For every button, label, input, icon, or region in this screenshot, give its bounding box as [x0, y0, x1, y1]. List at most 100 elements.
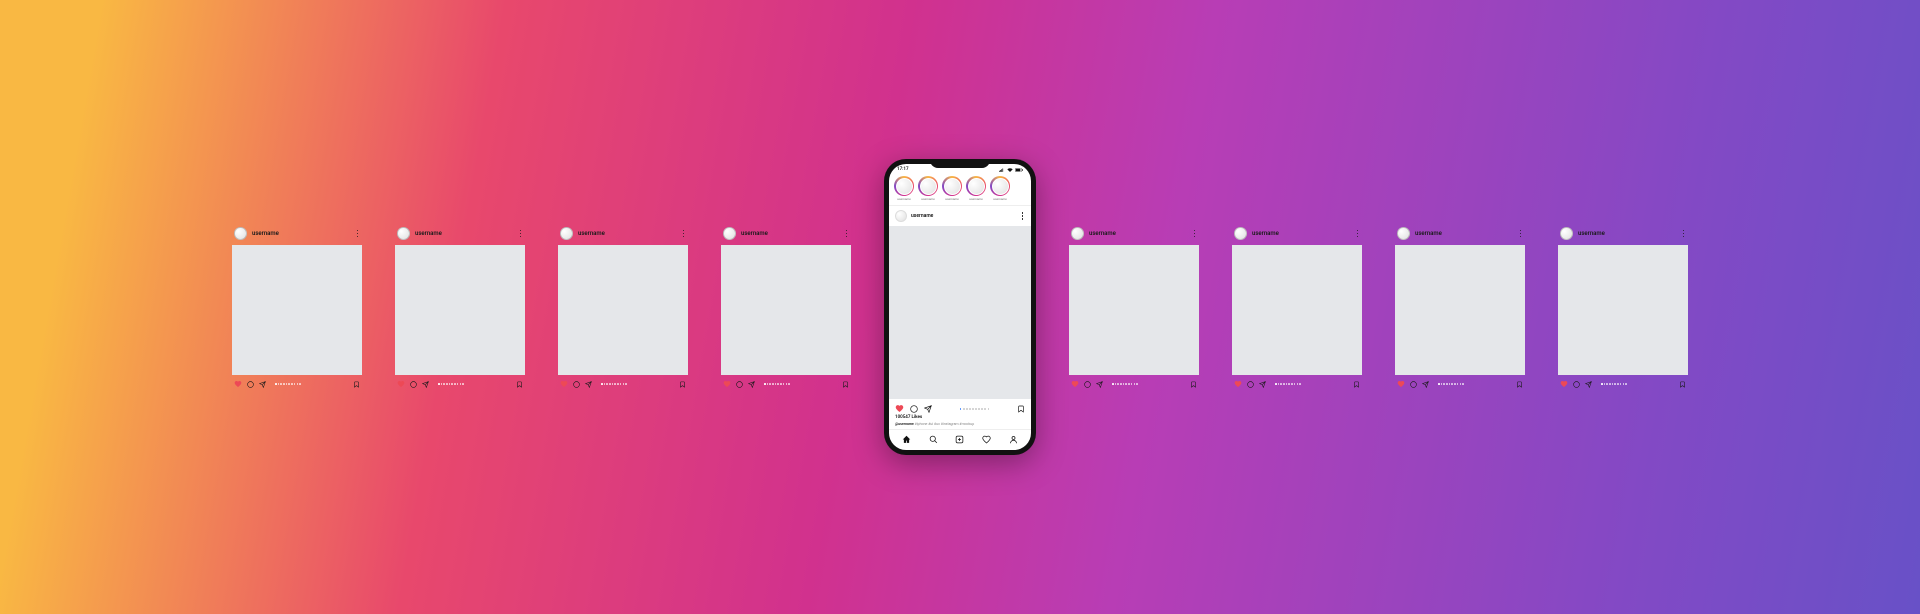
story-item[interactable]: username — [942, 176, 962, 201]
heart-icon[interactable] — [1560, 380, 1568, 388]
post-card: username — [395, 223, 525, 391]
post-image-placeholder[interactable] — [721, 245, 851, 375]
share-icon[interactable] — [1259, 381, 1266, 388]
bookmark-icon[interactable] — [516, 381, 523, 388]
story-label: username — [945, 197, 958, 201]
share-icon[interactable] — [1585, 381, 1592, 388]
heart-icon[interactable] — [1397, 380, 1405, 388]
profile-icon[interactable] — [1009, 435, 1018, 444]
comment-icon[interactable] — [1084, 381, 1091, 388]
post-username[interactable]: username — [1089, 230, 1187, 237]
post-username[interactable]: username — [252, 230, 350, 237]
post-card: username — [721, 223, 851, 391]
share-icon[interactable] — [1096, 381, 1103, 388]
story-label: username — [969, 197, 982, 201]
bookmark-icon[interactable] — [1353, 381, 1360, 388]
carousel-dots — [938, 408, 1011, 410]
signal-icon — [999, 168, 1005, 172]
share-icon[interactable] — [748, 381, 755, 388]
post-username[interactable]: username — [578, 230, 676, 237]
comment-icon[interactable] — [247, 381, 254, 388]
avatar[interactable] — [397, 227, 410, 240]
bookmark-icon[interactable] — [353, 381, 360, 388]
post-image-placeholder[interactable] — [1558, 245, 1688, 375]
wifi-icon — [1007, 168, 1013, 172]
post-username[interactable]: username — [415, 230, 513, 237]
post-menu-icon[interactable] — [681, 228, 687, 240]
likes-count[interactable]: 100547 Likes — [889, 415, 1031, 422]
carousel-dots — [1438, 383, 1464, 385]
avatar[interactable] — [234, 227, 247, 240]
carousel-dots — [1601, 383, 1627, 385]
home-icon[interactable] — [902, 435, 911, 444]
share-icon[interactable] — [924, 405, 932, 413]
avatar[interactable] — [723, 227, 736, 240]
post-menu-icon[interactable] — [844, 228, 850, 240]
share-icon[interactable] — [585, 381, 592, 388]
heart-icon[interactable] — [1071, 380, 1079, 388]
share-icon[interactable] — [422, 381, 429, 388]
post-card: username — [1395, 223, 1525, 391]
heart-icon[interactable] — [1234, 380, 1242, 388]
avatar[interactable] — [560, 227, 573, 240]
story-item[interactable]: username — [918, 176, 938, 201]
post-menu-icon[interactable] — [1192, 228, 1198, 240]
avatar[interactable] — [1397, 227, 1410, 240]
avatar[interactable] — [1560, 227, 1573, 240]
post-username[interactable]: username — [1415, 230, 1513, 237]
bottom-navbar — [889, 429, 1031, 450]
battery-icon — [1015, 168, 1023, 172]
heart-icon[interactable] — [397, 380, 405, 388]
comment-icon[interactable] — [1573, 381, 1580, 388]
post-image-placeholder[interactable] — [558, 245, 688, 375]
avatar[interactable] — [895, 210, 907, 222]
comment-icon[interactable] — [1410, 381, 1417, 388]
comment-icon[interactable] — [1247, 381, 1254, 388]
post-menu-icon[interactable] — [518, 228, 524, 240]
post-image-placeholder[interactable] — [395, 245, 525, 375]
comment-icon[interactable] — [573, 381, 580, 388]
avatar[interactable] — [1234, 227, 1247, 240]
activity-icon[interactable] — [982, 435, 991, 444]
heart-icon[interactable] — [723, 380, 731, 388]
post-username[interactable]: username — [1252, 230, 1350, 237]
stories-row[interactable]: username username username username user… — [889, 173, 1031, 206]
bookmark-icon[interactable] — [1190, 381, 1197, 388]
comment-icon[interactable] — [910, 405, 918, 413]
avatar[interactable] — [1071, 227, 1084, 240]
comment-icon[interactable] — [410, 381, 417, 388]
post-username[interactable]: username — [741, 230, 839, 237]
heart-icon[interactable] — [560, 380, 568, 388]
heart-icon[interactable] — [234, 380, 242, 388]
post-image-placeholder[interactable] — [1395, 245, 1525, 375]
post-image-placeholder[interactable] — [232, 245, 362, 375]
bookmark-icon[interactable] — [679, 381, 686, 388]
bookmark-icon[interactable] — [1679, 381, 1686, 388]
post-menu-icon[interactable] — [1020, 210, 1026, 222]
bookmark-icon[interactable] — [1017, 405, 1025, 413]
post-image-placeholder[interactable] — [1232, 245, 1362, 375]
bookmark-icon[interactable] — [1516, 381, 1523, 388]
post-image-placeholder[interactable] — [1069, 245, 1199, 375]
post-username[interactable]: username — [1578, 230, 1676, 237]
post-menu-icon[interactable] — [1518, 228, 1524, 240]
story-item[interactable]: username — [990, 176, 1010, 201]
comment-icon[interactable] — [736, 381, 743, 388]
story-item[interactable]: username — [966, 176, 986, 201]
carousel-dots — [275, 383, 301, 385]
post-menu-icon[interactable] — [1681, 228, 1687, 240]
post-menu-icon[interactable] — [355, 228, 361, 240]
share-icon[interactable] — [1422, 381, 1429, 388]
caption-username[interactable]: @username — [895, 422, 914, 426]
caption-text: #iphone #ui #ux #instagram #mockup — [915, 422, 975, 426]
post-username[interactable]: username — [911, 213, 1016, 219]
add-post-icon[interactable] — [955, 435, 964, 444]
share-icon[interactable] — [259, 381, 266, 388]
bookmark-icon[interactable] — [842, 381, 849, 388]
heart-icon[interactable] — [895, 404, 904, 413]
story-item[interactable]: username — [894, 176, 914, 201]
search-icon[interactable] — [929, 435, 938, 444]
post-menu-icon[interactable] — [1355, 228, 1361, 240]
carousel-dots — [601, 383, 627, 385]
post-image-placeholder[interactable] — [889, 226, 1031, 399]
